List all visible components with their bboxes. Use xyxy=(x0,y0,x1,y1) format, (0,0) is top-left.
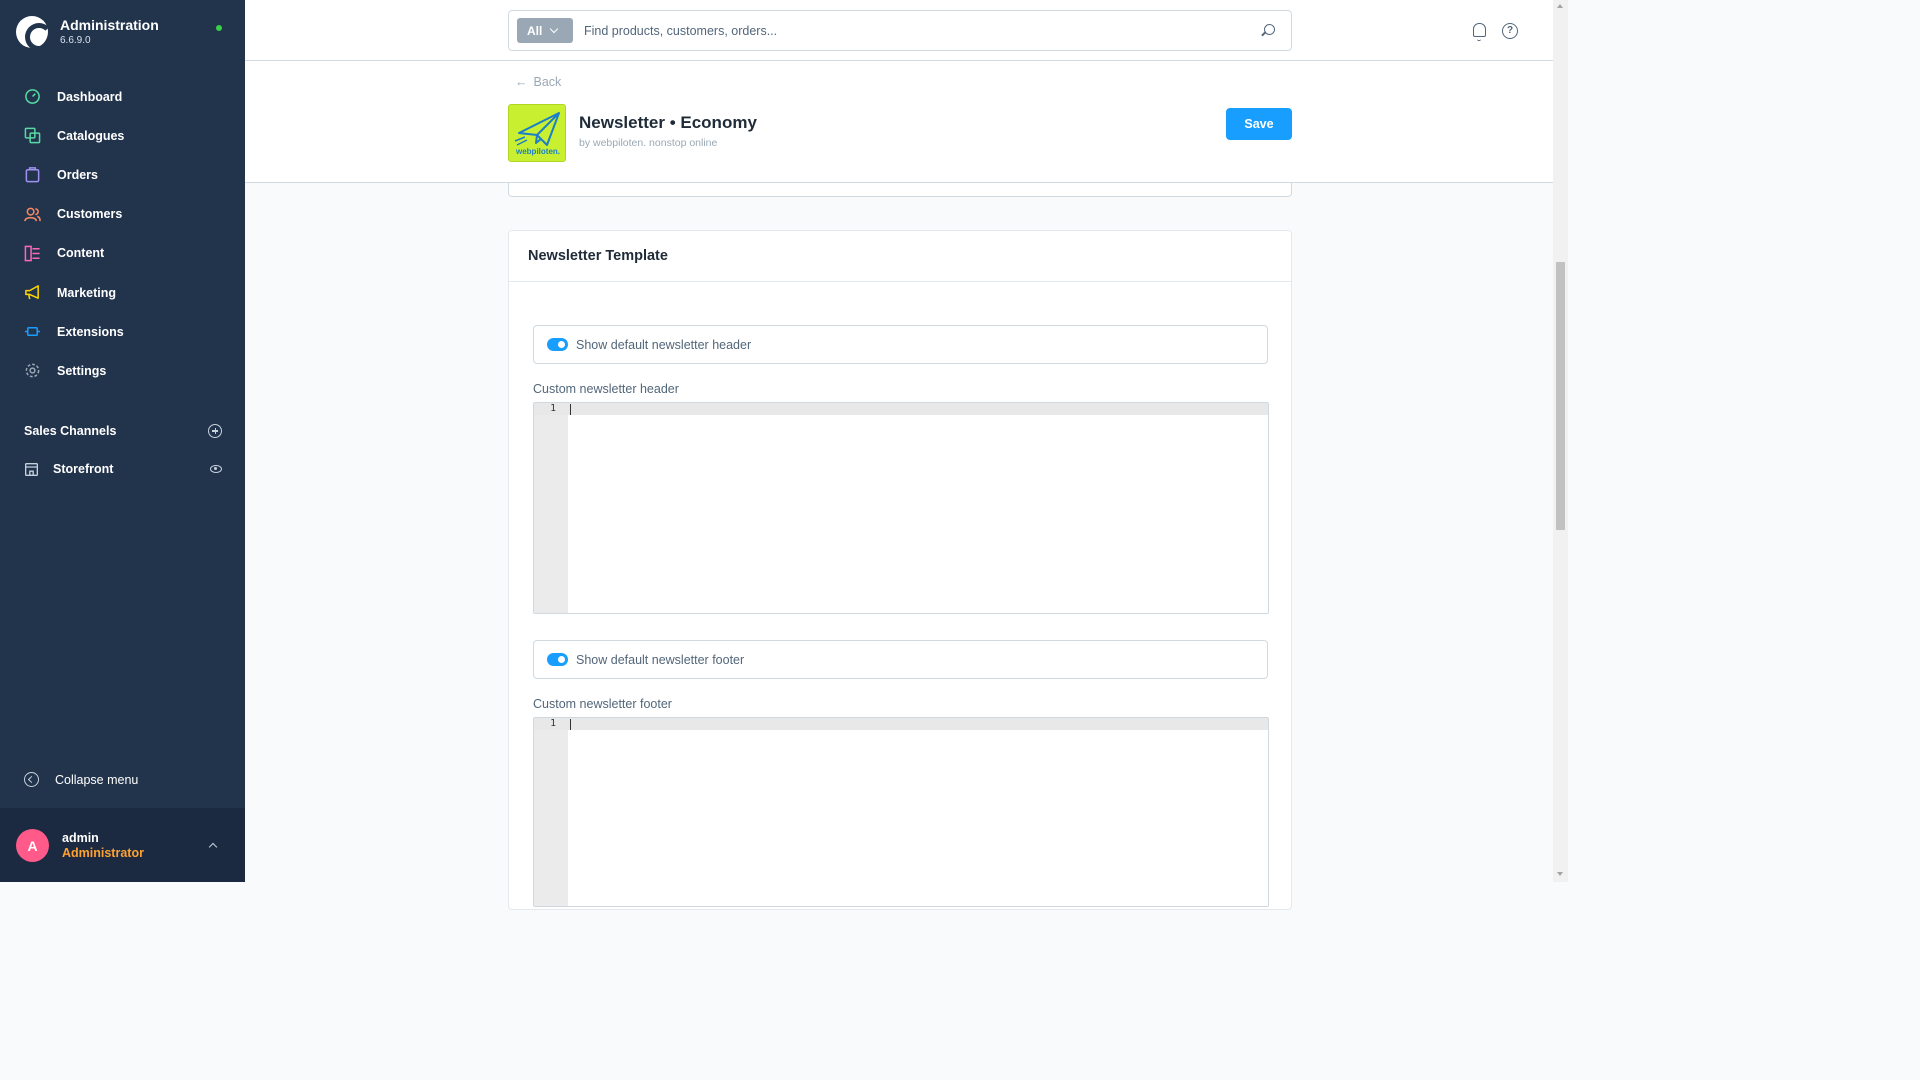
sidebar-item-label: Settings xyxy=(57,363,107,378)
previous-card xyxy=(508,183,1292,197)
search-type-dropdown[interactable]: All xyxy=(517,18,573,43)
storefront-icon xyxy=(25,462,38,476)
orders-icon xyxy=(25,167,40,183)
bell-icon[interactable] xyxy=(1473,23,1486,41)
collapse-menu-label: Collapse menu xyxy=(55,772,139,787)
page-header: ← Back webpiloten. Newsletter • Economy b… xyxy=(245,61,1553,183)
chevron-left-circle-icon xyxy=(24,772,39,787)
show-default-header-toggle[interactable] xyxy=(547,338,568,351)
sales-channels-title: Sales Channels xyxy=(24,424,117,438)
save-button[interactable]: Save xyxy=(1226,108,1292,140)
shopware-logo-icon xyxy=(16,16,53,51)
user-name: admin xyxy=(62,831,99,845)
line-number: 1 xyxy=(550,718,556,729)
global-search: All xyxy=(508,10,1292,51)
footer-field-label: Custom newsletter footer xyxy=(533,697,672,711)
content-icon xyxy=(24,245,40,262)
chevron-down-icon xyxy=(550,24,559,33)
sidebar-item-dashboard[interactable]: Dashboard xyxy=(0,77,245,116)
text-cursor xyxy=(570,719,571,730)
sidebar-item-label: Dashboard xyxy=(57,89,123,104)
extensions-icon xyxy=(24,327,41,337)
sidebar: Administration 6.6.9.0 Dashboard Catalog… xyxy=(0,0,245,882)
sidebar-item-marketing[interactable]: Marketing xyxy=(0,273,245,312)
header-switch-field: Show default newsletter header xyxy=(533,325,1268,364)
sales-channels-header: Sales Channels xyxy=(24,424,222,438)
sidebar-item-label: Content xyxy=(57,246,105,261)
app-version: 6.6.9.0 xyxy=(60,35,91,46)
collapse-menu-button[interactable]: Collapse menu xyxy=(24,772,138,787)
scroll-up-arrow-icon[interactable] xyxy=(1557,4,1563,8)
sidebar-item-content[interactable]: Content xyxy=(0,234,245,273)
page-title: Newsletter • Economy xyxy=(579,113,757,132)
custom-header-editor[interactable]: 1 xyxy=(533,402,1269,614)
avatar: A xyxy=(16,829,49,862)
paper-plane-icon xyxy=(514,112,560,146)
footer-switch-label: Show default newsletter footer xyxy=(576,652,745,667)
plugin-logo: webpiloten. xyxy=(508,104,566,162)
sidebar-item-storefront[interactable]: Storefront xyxy=(24,459,222,479)
sidebar-item-label: Customers xyxy=(57,207,123,222)
add-sales-channel-icon[interactable] xyxy=(208,424,222,438)
card-title: Newsletter Template xyxy=(528,248,668,264)
scrollbar-thumb[interactable] xyxy=(1556,262,1565,530)
main-nav: Dashboard Catalogues Orders Customers Co… xyxy=(0,77,245,391)
plugin-author: by webpiloten. nonstop online xyxy=(579,137,718,149)
header-field-label: Custom newsletter header xyxy=(533,382,679,396)
search-icon[interactable] xyxy=(1264,24,1275,35)
active-line xyxy=(534,718,1268,730)
sidebar-item-customers[interactable]: Customers xyxy=(0,195,245,234)
search-input[interactable] xyxy=(584,20,1244,42)
customers-icon xyxy=(24,207,41,221)
storefront-label: Storefront xyxy=(53,462,114,476)
eye-icon[interactable] xyxy=(210,465,222,473)
sidebar-item-settings[interactable]: Settings xyxy=(0,351,245,390)
header-switch-label: Show default newsletter header xyxy=(576,337,752,352)
sidebar-item-orders[interactable]: Orders xyxy=(0,155,245,194)
chevron-up-icon[interactable] xyxy=(208,842,218,852)
plugin-logo-text: webpiloten. xyxy=(516,147,560,156)
line-number: 1 xyxy=(550,403,556,414)
divider xyxy=(509,281,1291,282)
app-title: Administration xyxy=(60,17,159,33)
editor-gutter xyxy=(534,718,568,906)
sidebar-item-label: Marketing xyxy=(57,285,117,300)
help-icon[interactable]: ? xyxy=(1502,23,1518,39)
back-label: Back xyxy=(533,75,562,89)
newsletter-template-card: Newsletter Template Show default newslet… xyxy=(508,230,1292,910)
sidebar-item-label: Orders xyxy=(57,167,98,182)
sidebar-item-catalogues[interactable]: Catalogues xyxy=(0,116,245,155)
marketing-icon xyxy=(25,285,39,300)
text-cursor xyxy=(570,404,571,415)
footer-switch-field: Show default newsletter footer xyxy=(533,640,1268,679)
editor-gutter xyxy=(534,403,568,613)
user-role: Administrator xyxy=(62,846,144,860)
status-indicator xyxy=(216,25,222,31)
page-scrollbar[interactable] xyxy=(1553,0,1568,882)
search-type-label: All xyxy=(527,23,543,38)
custom-footer-editor[interactable]: 1 xyxy=(533,717,1269,907)
sidebar-item-label: Catalogues xyxy=(57,128,125,143)
back-link[interactable]: ← Back xyxy=(515,75,561,89)
dashboard-icon xyxy=(25,89,40,104)
top-bar: All ? xyxy=(245,0,1553,61)
show-default-footer-toggle[interactable] xyxy=(547,653,568,666)
settings-icon xyxy=(25,364,40,378)
scroll-down-arrow-icon[interactable] xyxy=(1557,872,1563,876)
arrow-left-icon: ← xyxy=(515,75,528,89)
active-line xyxy=(534,403,1268,415)
user-menu[interactable]: A admin Administrator xyxy=(0,808,245,882)
sidebar-item-extensions[interactable]: Extensions xyxy=(0,312,245,351)
sidebar-item-label: Extensions xyxy=(57,324,124,339)
catalogue-icon xyxy=(24,127,41,144)
brand[interactable]: Administration 6.6.9.0 xyxy=(16,16,159,51)
